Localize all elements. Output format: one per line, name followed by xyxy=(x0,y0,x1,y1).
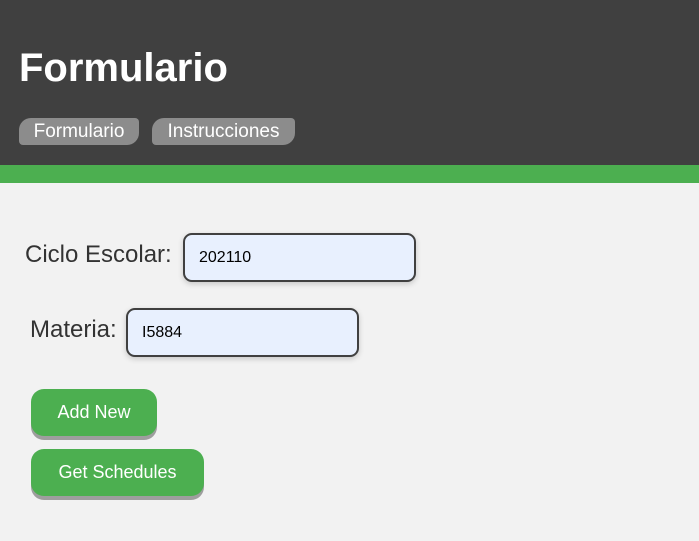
materia-label: Materia: xyxy=(30,316,117,343)
tab-formulario[interactable]: Formulario xyxy=(19,118,139,145)
header-accent-bar xyxy=(0,165,699,183)
page-title: Formulario xyxy=(19,46,228,90)
materia-input[interactable] xyxy=(126,308,359,357)
ciclo-escolar-label: Ciclo Escolar: xyxy=(25,241,172,268)
ciclo-escolar-input[interactable] xyxy=(183,233,416,282)
page-header: Formulario Formulario Instrucciones xyxy=(0,0,699,165)
get-schedules-button[interactable]: Get Schedules xyxy=(31,449,204,496)
tab-instrucciones[interactable]: Instrucciones xyxy=(152,118,295,145)
add-new-button[interactable]: Add New xyxy=(31,389,157,436)
